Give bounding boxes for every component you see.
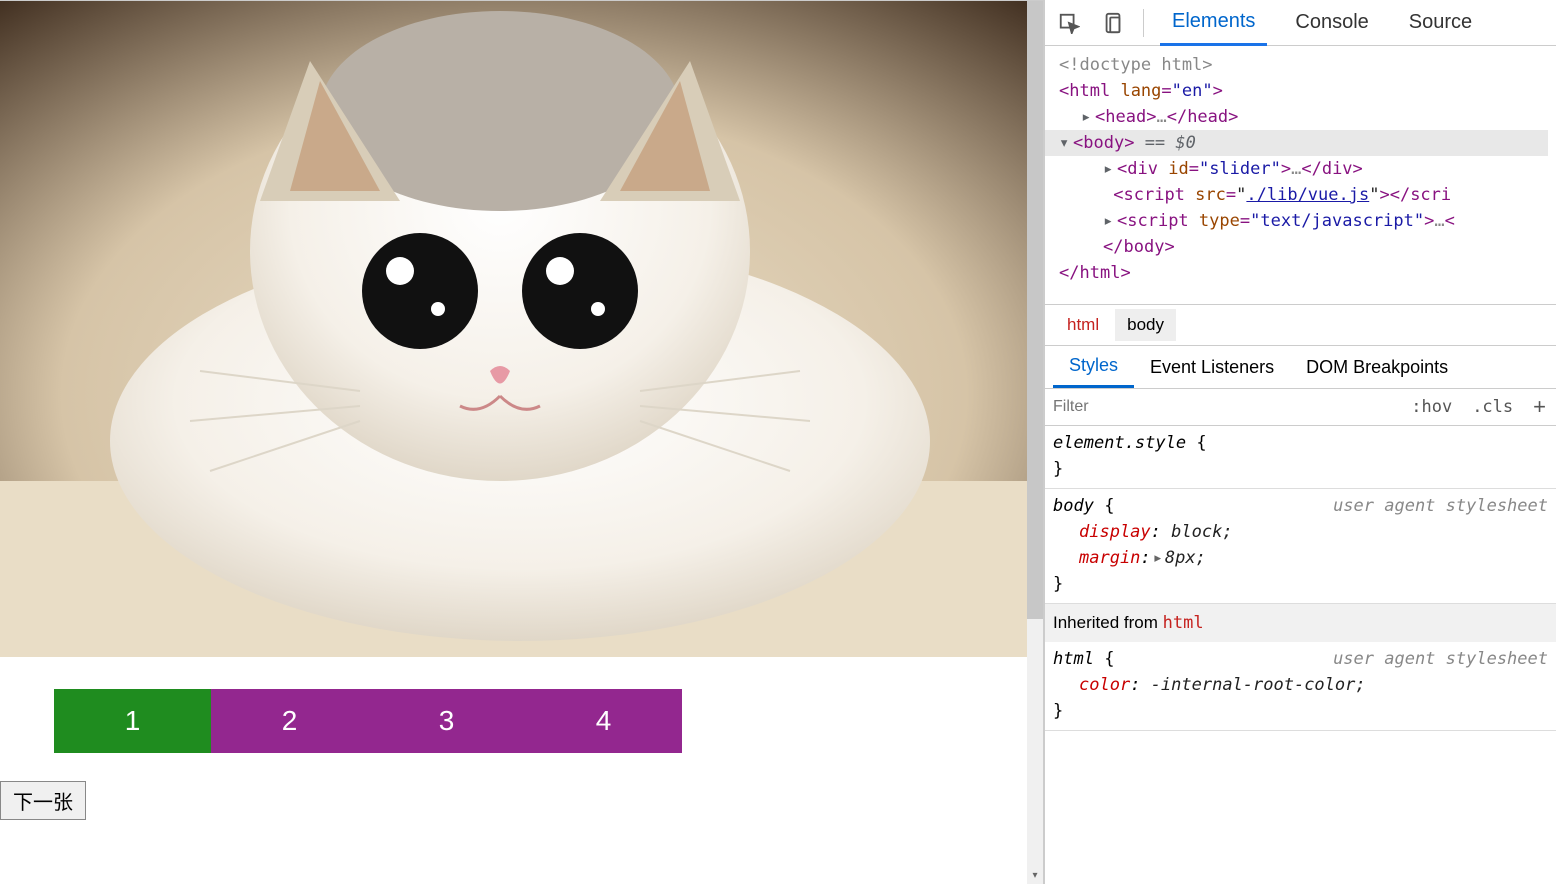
scroll-down-icon[interactable]: ▾: [1029, 870, 1041, 882]
dom-script-vue[interactable]: <script src="./lib/vue.js"></scri: [1059, 182, 1548, 208]
next-button[interactable]: 下一张: [0, 781, 86, 820]
pager: 1 2 3 4: [54, 689, 1043, 753]
dom-doctype[interactable]: <!doctype html>: [1059, 52, 1548, 78]
dom-html-open[interactable]: <html lang="en">: [1059, 78, 1548, 104]
dom-script-js[interactable]: ▸<script type="text/javascript">…<: [1059, 208, 1548, 234]
style-rules[interactable]: element.style { } body {user agent style…: [1045, 426, 1556, 884]
pager-item-4[interactable]: 4: [525, 689, 682, 753]
pager-item-2[interactable]: 2: [211, 689, 368, 753]
dom-body-close[interactable]: </body>: [1059, 234, 1548, 260]
dom-body-open[interactable]: ▾<body> == $0: [1045, 130, 1548, 156]
dom-div-slider[interactable]: ▸<div id="slider">…</div>: [1059, 156, 1548, 182]
tab-console[interactable]: Console: [1283, 0, 1380, 46]
slider-image: [0, 1, 1028, 657]
device-toggle-icon[interactable]: [1099, 9, 1127, 37]
webpage-viewport: 1 2 3 4 下一张 ▾: [0, 0, 1044, 884]
dom-tree[interactable]: <!doctype html> <html lang="en"> ▸<head>…: [1045, 46, 1556, 304]
crumb-body[interactable]: body: [1115, 309, 1176, 341]
styles-tabs: Styles Event Listeners DOM Breakpoints: [1045, 346, 1556, 388]
devtools-panel: Elements Console Source <!doctype html> …: [1044, 0, 1556, 884]
dom-html-close[interactable]: </html>: [1059, 260, 1548, 286]
styles-tab-listeners[interactable]: Event Listeners: [1134, 346, 1290, 388]
cat-illustration: [0, 1, 1028, 657]
devtools-toolbar: Elements Console Source: [1045, 0, 1556, 46]
rule-element-style[interactable]: element.style { }: [1045, 426, 1556, 489]
scrollbar-thumb[interactable]: [1027, 1, 1043, 619]
styles-filter-row: :hov .cls +: [1045, 388, 1556, 426]
dom-breadcrumb: html body: [1045, 304, 1556, 346]
add-rule-icon[interactable]: +: [1523, 394, 1556, 420]
tab-sources[interactable]: Source: [1397, 0, 1484, 46]
inherit-from-html: Inherited from html: [1045, 604, 1556, 642]
styles-tab-styles[interactable]: Styles: [1053, 346, 1134, 388]
page-scrollbar[interactable]: ▾: [1027, 1, 1043, 884]
cls-toggle[interactable]: .cls: [1462, 397, 1523, 417]
dom-head[interactable]: ▸<head>…</head>: [1059, 104, 1548, 130]
pager-item-1[interactable]: 1: [54, 689, 211, 753]
crumb-html[interactable]: html: [1055, 309, 1111, 341]
rule-body[interactable]: body {user agent stylesheet display: blo…: [1045, 489, 1556, 604]
tab-elements[interactable]: Elements: [1160, 0, 1267, 46]
styles-tab-breakpoints[interactable]: DOM Breakpoints: [1290, 346, 1464, 388]
pager-item-3[interactable]: 3: [368, 689, 525, 753]
rule-html[interactable]: html {user agent stylesheet color: -inte…: [1045, 642, 1556, 731]
hov-toggle[interactable]: :hov: [1401, 397, 1462, 417]
inspect-element-icon[interactable]: [1055, 9, 1083, 37]
styles-filter-input[interactable]: [1045, 398, 1401, 416]
